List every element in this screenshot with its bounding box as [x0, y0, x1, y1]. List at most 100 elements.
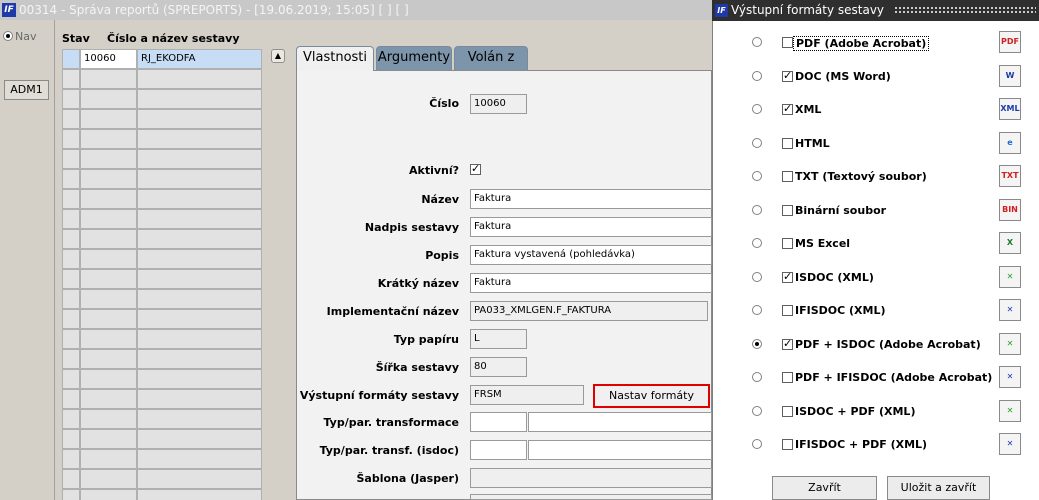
- vystupni-formaty-field[interactable]: FRSM: [470, 385, 584, 405]
- row-status-cell[interactable]: [62, 449, 80, 469]
- row-status-cell[interactable]: [62, 69, 80, 89]
- format-checkbox[interactable]: [782, 305, 793, 316]
- format-default-radio[interactable]: [752, 405, 762, 416]
- aktivni-checkbox[interactable]: [470, 162, 481, 176]
- format-row[interactable]: DOC (MS Word) W: [712, 61, 1039, 94]
- sirka-sestavy-field[interactable]: 80: [470, 357, 527, 377]
- row-cislo-cell[interactable]: [80, 269, 137, 289]
- format-row[interactable]: XML XML: [712, 94, 1039, 127]
- row-status-cell[interactable]: [62, 149, 80, 169]
- row-nazev-cell[interactable]: [137, 69, 262, 89]
- row-status-cell[interactable]: [62, 189, 80, 209]
- row-status-cell[interactable]: [62, 309, 80, 329]
- row-nazev-cell[interactable]: [137, 209, 262, 229]
- format-checkbox[interactable]: [782, 69, 793, 83]
- implementacni-nazev-field[interactable]: PA033_XMLGEN.F_FAKTURA: [470, 301, 708, 321]
- row-cislo-cell[interactable]: [80, 489, 137, 500]
- row-nazev-cell[interactable]: [137, 89, 262, 109]
- row-cislo-cell[interactable]: [80, 189, 137, 209]
- row-cislo-cell[interactable]: [80, 89, 137, 109]
- table-row[interactable]: [62, 249, 262, 269]
- table-row[interactable]: [62, 469, 262, 489]
- row-nazev-cell[interactable]: [137, 489, 262, 500]
- row-nazev-cell[interactable]: [137, 149, 262, 169]
- grid-scrollbar[interactable]: ▲: [271, 49, 285, 500]
- row-nazev-cell[interactable]: [137, 169, 262, 189]
- row-status-cell[interactable]: [62, 469, 80, 489]
- row-cislo-cell[interactable]: 10060: [80, 49, 137, 69]
- format-default-radio[interactable]: [752, 338, 762, 349]
- format-row[interactable]: ISDOC (XML) ✕: [712, 262, 1039, 295]
- row-status-cell[interactable]: [62, 409, 80, 429]
- sablona-jasper-field[interactable]: [470, 468, 712, 488]
- format-default-radio[interactable]: [752, 70, 762, 81]
- table-row[interactable]: [62, 309, 262, 329]
- row-status-cell[interactable]: [62, 329, 80, 349]
- format-row[interactable]: PDF (Adobe Acrobat) PDF: [712, 27, 1039, 60]
- row-status-cell[interactable]: [62, 209, 80, 229]
- transf-isdoc-param-field[interactable]: [528, 440, 712, 460]
- table-row[interactable]: [62, 269, 262, 289]
- format-default-radio[interactable]: [752, 204, 762, 215]
- row-status-cell[interactable]: [62, 389, 80, 409]
- row-nazev-cell[interactable]: [137, 189, 262, 209]
- row-cislo-cell[interactable]: [80, 129, 137, 149]
- table-row[interactable]: [62, 209, 262, 229]
- row-status-cell[interactable]: [62, 109, 80, 129]
- format-checkbox[interactable]: [782, 337, 793, 351]
- row-nazev-cell[interactable]: [137, 289, 262, 309]
- row-nazev-cell[interactable]: [137, 409, 262, 429]
- row-nazev-cell[interactable]: [137, 229, 262, 249]
- row-nazev-cell[interactable]: [137, 309, 262, 329]
- row-nazev-cell[interactable]: [137, 249, 262, 269]
- row-nazev-cell[interactable]: [137, 269, 262, 289]
- popis-field[interactable]: Faktura vystavená (pohledávka): [470, 245, 712, 265]
- row-cislo-cell[interactable]: [80, 449, 137, 469]
- nadpis-field[interactable]: Faktura: [470, 217, 712, 237]
- format-checkbox[interactable]: [782, 405, 793, 417]
- format-row[interactable]: MS Excel X: [712, 228, 1039, 261]
- format-default-radio[interactable]: [752, 171, 762, 181]
- table-row[interactable]: [62, 409, 262, 429]
- table-row[interactable]: [62, 229, 262, 249]
- row-status-cell[interactable]: [62, 369, 80, 389]
- format-default-radio[interactable]: [752, 104, 762, 114]
- row-cislo-cell[interactable]: [80, 169, 137, 189]
- format-row[interactable]: PDF + ISDOC (Adobe Acrobat) ✕: [712, 329, 1039, 362]
- transformace-type-field[interactable]: [470, 412, 527, 432]
- format-checkbox[interactable]: [782, 372, 793, 383]
- row-nazev-cell[interactable]: [137, 389, 262, 409]
- table-row[interactable]: [62, 349, 262, 369]
- tab-volan-z[interactable]: Volán z: [454, 46, 528, 70]
- row-cislo-cell[interactable]: [80, 229, 137, 249]
- row-status-cell[interactable]: [62, 129, 80, 149]
- table-row[interactable]: [62, 369, 262, 389]
- row-nazev-cell[interactable]: RJ_EKODFA: [137, 49, 262, 69]
- row-nazev-cell[interactable]: [137, 109, 262, 129]
- table-row[interactable]: [62, 69, 262, 89]
- row-status-cell[interactable]: [62, 229, 80, 249]
- format-row[interactable]: IFISDOC + PDF (XML) ✕: [712, 429, 1039, 462]
- tab-vlastnosti[interactable]: Vlastnosti: [296, 46, 374, 71]
- row-status-cell[interactable]: [62, 169, 80, 189]
- format-checkbox[interactable]: [782, 439, 793, 450]
- table-row[interactable]: [62, 289, 262, 309]
- row-status-cell[interactable]: [62, 249, 80, 269]
- row-status-cell[interactable]: [62, 49, 80, 69]
- table-row[interactable]: 10060 RJ_EKODFA: [62, 49, 262, 69]
- table-row[interactable]: [62, 129, 262, 149]
- adm1-button[interactable]: ADM1: [4, 80, 49, 100]
- table-row[interactable]: [62, 429, 262, 449]
- row-cislo-cell[interactable]: [80, 429, 137, 449]
- row-cislo-cell[interactable]: [80, 209, 137, 229]
- tab-argumenty[interactable]: Argumenty: [376, 46, 452, 70]
- format-checkbox[interactable]: [782, 270, 793, 284]
- row-cislo-cell[interactable]: [80, 109, 137, 129]
- format-default-radio[interactable]: [752, 372, 762, 382]
- format-default-radio[interactable]: [752, 238, 762, 248]
- format-default-radio[interactable]: [752, 439, 762, 449]
- table-row[interactable]: [62, 449, 262, 469]
- format-row[interactable]: ISDOC + PDF (XML) ✕: [712, 396, 1039, 429]
- zavrit-button[interactable]: Zavřít: [772, 476, 877, 500]
- row-nazev-cell[interactable]: [137, 329, 262, 349]
